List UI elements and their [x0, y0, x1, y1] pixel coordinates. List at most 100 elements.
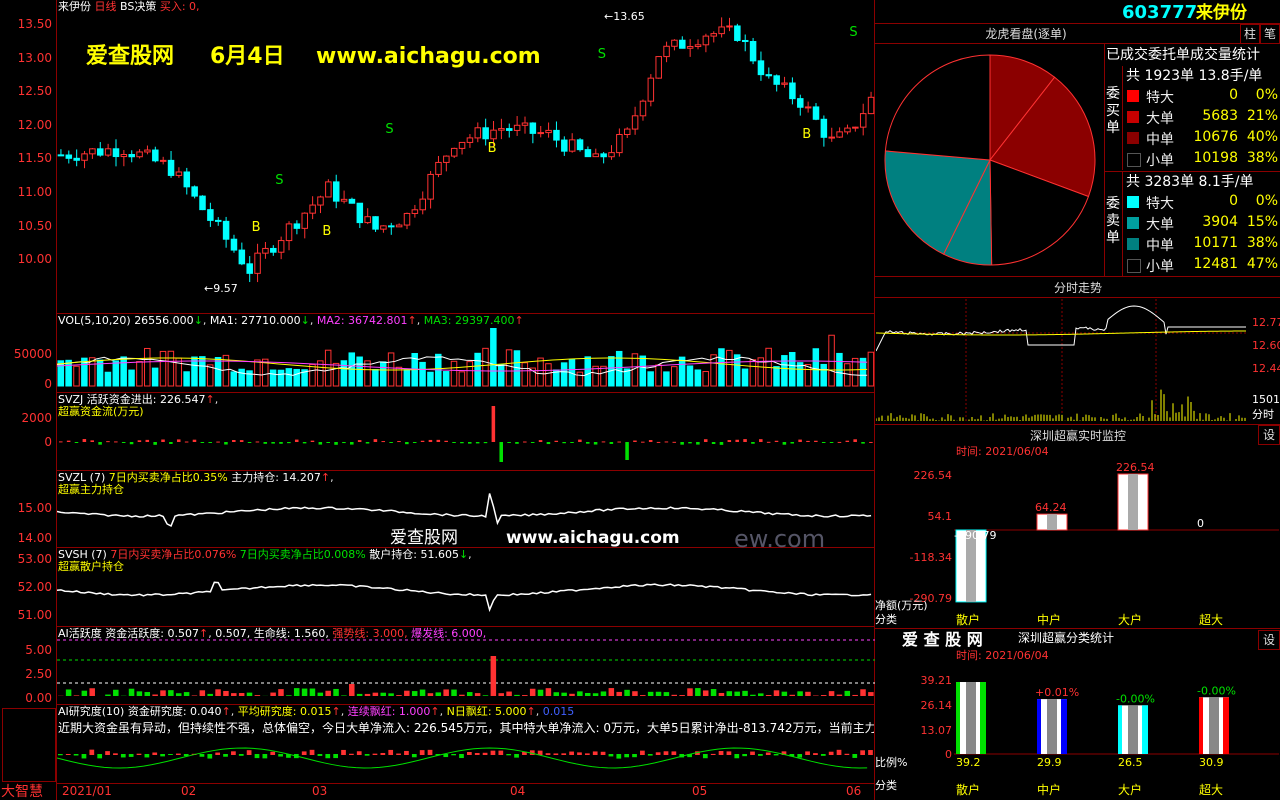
- research-bar: [238, 754, 244, 756]
- color-swatch: [1127, 153, 1141, 167]
- order-volume: 10171: [1193, 235, 1238, 251]
- buy-summary: 共 1923单 13.8手/单: [1126, 68, 1263, 84]
- ai-activity-chart[interactable]: [57, 628, 875, 704]
- monitor-bar-chart[interactable]: -290.79 64.24 226.54 0: [954, 460, 1279, 612]
- volume-bar: [812, 348, 820, 387]
- volume-bar: [340, 360, 348, 387]
- svzj-bar: [468, 442, 472, 444]
- fenshi-vol-unit: 分时: [1252, 408, 1274, 421]
- candle-body: [844, 127, 851, 133]
- ai-bar: [278, 689, 284, 696]
- ai-bar: [286, 695, 292, 696]
- svzj-bar: [664, 441, 669, 443]
- candle-body: [694, 44, 702, 48]
- ai-bar: [844, 690, 851, 696]
- research-bar: [349, 753, 354, 755]
- svzj-bar: [59, 441, 63, 443]
- svzj-bar: [334, 442, 338, 445]
- ai-bar: [309, 688, 316, 696]
- buy-side-label: 委买单: [1106, 86, 1120, 136]
- volume-bar: [694, 369, 702, 387]
- main-y-tick: 11.50: [17, 151, 52, 166]
- candle-body: [183, 171, 191, 188]
- classify-settings-button[interactable]: 设: [1258, 630, 1280, 650]
- candle-body: [222, 220, 230, 240]
- volume-bar: [537, 357, 544, 387]
- volume-bar: [655, 364, 662, 387]
- research-bar: [380, 752, 386, 755]
- x-label-6: 06: [846, 784, 862, 798]
- tick-mode-button[interactable]: 笔: [1260, 24, 1280, 44]
- svzj-bar: [412, 442, 417, 443]
- candle-body: [655, 56, 662, 79]
- volume-bar: [364, 360, 371, 387]
- svzj-bar: [137, 440, 142, 442]
- intraday-chart[interactable]: [876, 299, 1248, 423]
- research-bar: [773, 754, 779, 756]
- svzj-chart[interactable]: [57, 400, 875, 470]
- research-bar: [175, 753, 181, 755]
- svzj-bar: [145, 439, 150, 442]
- lhk-bottom-line: [875, 276, 1280, 277]
- candle-body: [191, 186, 198, 197]
- classify-bar-accent: [1199, 697, 1203, 754]
- svzj-bar: [625, 442, 629, 460]
- svzj-bar: [751, 442, 755, 444]
- color-swatch: [1127, 132, 1139, 144]
- ai-bar: [726, 691, 733, 696]
- svzj-bar: [216, 441, 220, 443]
- sell-marker: S: [275, 173, 283, 188]
- ai-bar: [474, 693, 481, 696]
- candle-body: [521, 122, 529, 126]
- volume-bar: [702, 371, 709, 387]
- ai-bar: [710, 689, 717, 696]
- classify-value-label: 26.5: [1118, 756, 1143, 769]
- ai-bar: [183, 692, 190, 696]
- candlestick-chart[interactable]: B B B B S S S S: [57, 2, 875, 312]
- volume-bar: [120, 356, 127, 387]
- research-bar: [844, 753, 850, 755]
- monitor-settings-button[interactable]: 设: [1258, 425, 1280, 445]
- classify-value-label: 29.9: [1037, 756, 1062, 769]
- svsh-chart[interactable]: [57, 548, 875, 626]
- order-pie-chart[interactable]: [880, 48, 1100, 273]
- svzj-bar: [774, 440, 779, 442]
- research-bar: [356, 751, 362, 755]
- volume-bar: [230, 371, 238, 387]
- bar-mode-button[interactable]: 柱: [1240, 24, 1260, 44]
- research-bar: [113, 753, 118, 755]
- volume-chart[interactable]: [57, 328, 875, 388]
- svzj-bar: [310, 440, 315, 442]
- candle-body: [81, 153, 88, 161]
- volume-bar: [466, 361, 474, 387]
- volume-bar: [781, 355, 788, 387]
- svzj-bar: [405, 442, 409, 445]
- volume-bar: [246, 370, 253, 387]
- research-label: AI研究度(10): [58, 705, 125, 718]
- main-y-tick: 12.50: [17, 84, 52, 99]
- research-consecutive-red: 连续飘红: 1.000: [347, 705, 431, 718]
- research-bar: [584, 753, 590, 755]
- svzj-bar: [672, 441, 677, 443]
- candle-body: [734, 25, 741, 41]
- order-size-name: 中单: [1146, 238, 1174, 254]
- research-header: AI研究度(10) 资金研究度: 0.040↑, 平均研究度: 0.015↑, …: [58, 705, 575, 718]
- classify-bar-chart[interactable]: 39.2 29.9 +0.01% 26.5 -0.00% 30.9 -0.00%: [954, 670, 1279, 780]
- order-volume: 0: [1229, 87, 1238, 103]
- research-bar: [419, 750, 425, 755]
- candle-body: [741, 39, 749, 43]
- stats-title: 已成交委托单成交量统计: [1106, 47, 1260, 63]
- candle-body: [804, 106, 812, 109]
- research-bar: [663, 751, 669, 755]
- ai-bar: [136, 691, 143, 696]
- order-size-name: 中单: [1146, 132, 1174, 148]
- ai-bar: [191, 695, 198, 696]
- candle-body: [836, 131, 843, 138]
- ai-bar: [600, 691, 607, 696]
- buy-sell-line: [1104, 171, 1280, 172]
- order-size-name: 小单: [1146, 153, 1174, 169]
- svzl-line: [57, 493, 872, 527]
- ai-bar: [301, 688, 308, 696]
- research-chart[interactable]: [57, 740, 875, 780]
- candle-body: [529, 122, 537, 134]
